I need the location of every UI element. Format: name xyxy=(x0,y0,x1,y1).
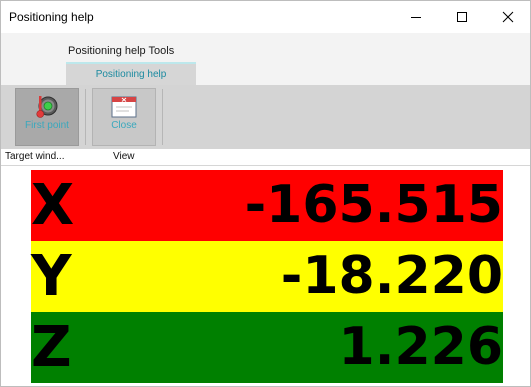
title-bar: Positioning help xyxy=(1,1,530,33)
close-button[interactable]: Close xyxy=(92,88,156,146)
minimize-icon xyxy=(411,17,421,18)
ribbon-separator xyxy=(162,89,163,145)
group-label-target-window: Target wind... xyxy=(5,151,65,162)
axis-row-z: Z 1.226 xyxy=(31,312,503,383)
axis-value-z: 1.226 xyxy=(338,317,503,377)
ribbon-separator xyxy=(85,89,86,145)
axis-letter-z: Z xyxy=(31,315,72,380)
axis-row-y: Y -18.220 xyxy=(31,241,503,312)
first-point-button[interactable]: First point xyxy=(15,88,79,146)
axis-value-y: -18.220 xyxy=(280,246,503,306)
maximize-button[interactable] xyxy=(439,1,485,33)
first-point-label: First point xyxy=(25,120,69,131)
close-window-button[interactable] xyxy=(485,1,531,33)
axis-letter-y: Y xyxy=(31,244,72,309)
tab-positioning-help[interactable]: Positioning help xyxy=(66,62,196,85)
axis-value-x: -165.515 xyxy=(244,175,503,235)
ribbon-body xyxy=(1,85,530,149)
minimize-button[interactable] xyxy=(393,1,439,33)
positioning-help-window: Positioning help Positioning help Tools … xyxy=(0,0,531,387)
window-title: Positioning help xyxy=(9,10,94,24)
axis-row-x: X -165.515 xyxy=(31,170,503,241)
close-window-icon xyxy=(111,96,137,118)
context-group-label: Positioning help Tools xyxy=(68,45,175,57)
close-icon xyxy=(502,11,514,23)
maximize-icon xyxy=(457,12,467,22)
target-icon xyxy=(36,96,58,118)
close-label: Close xyxy=(111,120,137,131)
axis-letter-x: X xyxy=(31,173,75,238)
ribbon-group-strip xyxy=(1,149,530,166)
group-label-view: View xyxy=(113,151,135,162)
